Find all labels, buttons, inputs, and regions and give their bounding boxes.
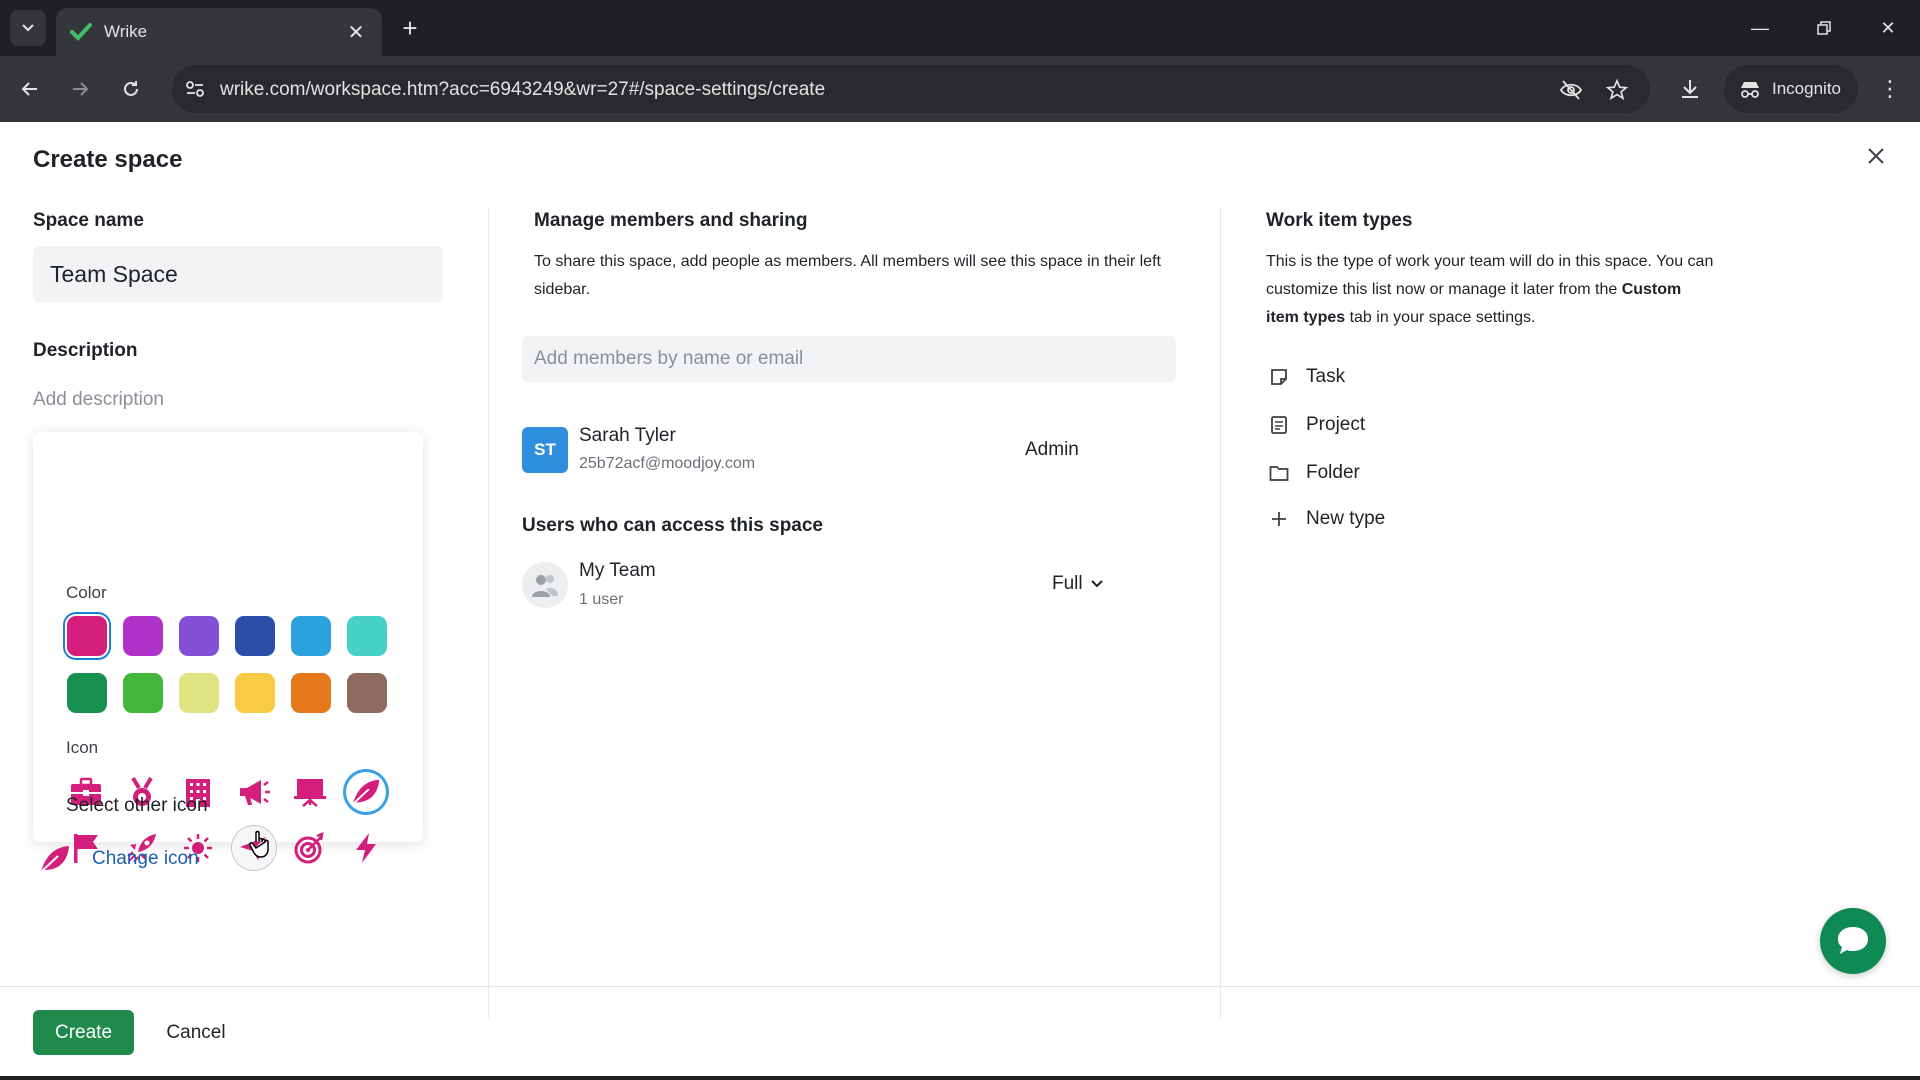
change-icon-link[interactable]: Change icon [38,844,199,874]
target-icon[interactable] [287,825,333,871]
change-icon-label: Change icon [92,848,199,869]
close-icon[interactable] [1862,142,1890,170]
tab-title: Wrike [104,22,148,41]
footer-divider [0,986,1920,987]
color-icon-picker: Color Icon Select other icon [33,432,423,871]
description-input[interactable]: Add description [33,389,164,411]
chat-support-button[interactable] [1820,908,1886,974]
incognito-label: Incognito [1772,79,1841,98]
dialog-title: Create space [33,146,183,173]
new-type-button[interactable]: New type [1268,508,1385,530]
members-description: To share this space, add people as membe… [534,253,1161,298]
cancel-button[interactable]: Cancel [156,1010,236,1055]
tab-close-icon[interactable]: ✕ [344,20,368,45]
wrike-logo-icon [70,23,92,41]
color-swatch[interactable] [235,616,275,656]
members-title: Manage members and sharing [534,210,808,231]
select-other-icon-link[interactable]: Select other icon [66,795,208,817]
leaf-icon [40,846,69,873]
member-role: Admin [1025,439,1079,460]
browser-tab-strip: Wrike ✕ + — ✕ [0,0,1920,56]
site-settings-icon[interactable] [184,78,206,100]
color-swatch[interactable] [67,616,107,656]
color-swatch[interactable] [235,673,275,713]
color-swatch[interactable] [347,616,387,656]
reload-icon[interactable] [113,71,149,107]
bookmark-star-icon[interactable] [1604,77,1630,103]
project-icon [1268,414,1290,436]
work-types-description: This is the type of work your team will … [1266,253,1714,326]
chevron-down-icon [1090,580,1103,588]
team-avatar-icon [522,562,568,608]
minimize-icon[interactable]: — [1736,8,1784,48]
back-icon[interactable] [12,71,48,107]
mouse-cursor-icon [248,829,274,864]
work-type-label: Task [1306,366,1346,387]
add-members-input[interactable] [522,336,1176,382]
bottom-strip [0,1076,1920,1080]
plus-icon [1268,508,1290,530]
lightning-icon[interactable] [343,825,389,871]
color-swatch[interactable] [67,673,107,713]
color-swatch[interactable] [179,673,219,713]
url-text: wrike.com/workspace.htm?acc=6943249&wr=2… [220,79,826,100]
team-user-count: 1 user [579,591,624,608]
chevron-down-icon [22,24,34,32]
window-close-icon[interactable]: ✕ [1864,8,1912,48]
work-type-task[interactable]: Task [1268,366,1345,388]
description-label: Description [33,340,138,361]
team-name: My Team [579,560,656,581]
space-name-label: Space name [33,210,144,231]
browser-toolbar: wrike.com/workspace.htm?acc=6943249&wr=2… [0,56,1920,122]
presentation-icon[interactable] [287,769,333,815]
incognito-indicator[interactable]: Incognito [1724,65,1858,113]
color-swatch[interactable] [123,616,163,656]
create-button[interactable]: Create [33,1010,134,1055]
avatar: ST [522,427,568,473]
member-email: 25b72acf@moodjoy.com [579,455,756,472]
color-swatch[interactable] [291,616,331,656]
color-swatch[interactable] [291,673,331,713]
browser-menu-icon[interactable]: ⋮ [1872,71,1908,107]
access-level-dropdown[interactable]: Full [1052,573,1103,595]
color-label: Color [66,583,107,602]
work-type-folder[interactable]: Folder [1268,462,1360,484]
access-title: Users who can access this space [522,515,823,536]
restore-icon[interactable] [1800,8,1848,48]
space-name-input[interactable] [33,246,443,302]
eye-off-icon[interactable] [1558,77,1584,103]
forward-icon[interactable] [62,71,98,107]
new-type-label: New type [1306,508,1386,529]
color-swatch[interactable] [123,673,163,713]
work-type-label: Project [1306,414,1366,435]
browser-tab[interactable]: Wrike ✕ [56,8,382,56]
create-space-dialog: Create space Space name Description Add … [0,122,1920,1080]
access-level-value: Full [1052,573,1083,594]
work-types-title: Work item types [1266,210,1413,231]
megaphone-icon[interactable] [231,769,277,815]
work-type-project[interactable]: Project [1268,414,1365,436]
leaf-icon[interactable] [343,769,389,815]
tab-search-button[interactable] [10,10,46,46]
chat-bubble-icon [1838,927,1868,954]
work-type-label: Folder [1306,462,1360,483]
task-icon [1268,366,1290,388]
new-tab-button[interactable]: + [396,14,424,42]
folder-icon [1268,462,1290,484]
column-divider [1220,208,1221,1018]
incognito-icon [1741,82,1759,98]
member-name: Sarah Tyler [579,425,676,446]
download-icon[interactable] [1672,71,1708,107]
column-divider [488,208,489,1018]
address-bar[interactable]: wrike.com/workspace.htm?acc=6943249&wr=2… [172,65,1650,113]
color-swatch[interactable] [347,673,387,713]
icon-label: Icon [66,738,99,757]
color-swatch[interactable] [179,616,219,656]
